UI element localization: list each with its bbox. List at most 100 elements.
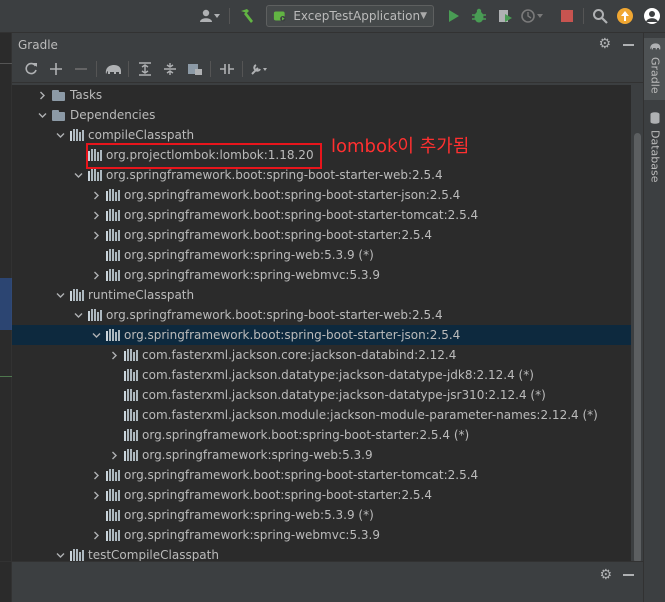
tab-database-label: Database xyxy=(648,130,662,183)
tree-row-label: org.springframework:spring-web:5.3.9 (*) xyxy=(124,248,374,262)
toolbar-separator xyxy=(128,61,129,77)
stop-icon[interactable] xyxy=(558,6,576,26)
chevron-right-icon[interactable] xyxy=(90,225,102,245)
library-icon xyxy=(87,308,103,322)
tree-row[interactable]: org.springframework.boot:spring-boot-sta… xyxy=(12,485,631,505)
folder-icon xyxy=(51,88,67,102)
tree-row-label: org.springframework:spring-web:5.3.9 xyxy=(142,448,373,462)
expand-all-icon[interactable] xyxy=(132,58,157,80)
tree-row[interactable]: testCompileClasspath xyxy=(12,545,631,561)
chevron-right-icon[interactable] xyxy=(90,525,102,545)
tree-row-label: runtimeClasspath xyxy=(88,288,195,302)
chevron-right-icon[interactable] xyxy=(108,345,120,365)
right-tool-strip: Gradle Database xyxy=(643,33,665,602)
run-icon[interactable] xyxy=(443,6,463,26)
tree-row-label: org.springframework:spring-webmvc:5.3.9 xyxy=(124,528,380,542)
chevron-right-icon[interactable] xyxy=(90,205,102,225)
search-icon[interactable] xyxy=(590,6,610,26)
library-icon xyxy=(105,228,121,242)
editor-edge xyxy=(0,33,12,561)
chevron-down-icon[interactable] xyxy=(36,105,48,125)
tree-row[interactable]: org.springframework:spring-webmvc:5.3.9 xyxy=(12,525,631,545)
scrollbar-thumb[interactable] xyxy=(634,133,641,563)
run-configuration-selector[interactable]: ExcepTestApplication ▼ xyxy=(266,5,434,27)
tree-row[interactable]: org.springframework.boot:spring-boot-sta… xyxy=(12,325,631,345)
tree-row-label: org.springframework.boot:spring-boot-sta… xyxy=(124,468,479,482)
chevron-right-icon[interactable] xyxy=(36,85,48,105)
tree-row-label: org.springframework.boot:spring-boot-sta… xyxy=(124,188,461,202)
remove-icon[interactable] xyxy=(68,58,93,80)
tree-row[interactable]: org.springframework.boot:spring-boot-sta… xyxy=(12,425,631,445)
tree-row[interactable]: com.fasterxml.jackson.module:jackson-mod… xyxy=(12,405,631,425)
chevron-down-icon: ▼ xyxy=(420,11,427,21)
tree-row-label: compileClasspath xyxy=(88,128,195,142)
toggle-offline-icon[interactable] xyxy=(214,58,239,80)
tree-row-label: org.springframework.boot:spring-boot-sta… xyxy=(124,228,432,242)
chevron-down-icon[interactable] xyxy=(90,325,102,345)
update-icon[interactable] xyxy=(615,6,635,26)
gear-icon[interactable]: ⚙ xyxy=(598,36,611,52)
chevron-right-icon[interactable] xyxy=(90,185,102,205)
coverage-icon[interactable] xyxy=(494,6,516,26)
chevron-down-icon[interactable] xyxy=(54,285,66,305)
debug-icon[interactable] xyxy=(468,6,490,26)
tree-row-label: com.fasterxml.jackson.core:jackson-datab… xyxy=(142,348,457,362)
tab-gradle-label: Gradle xyxy=(648,57,662,94)
minimize-icon[interactable] xyxy=(623,37,635,51)
tree-row-label: org.springframework:spring-web:5.3.9 (*) xyxy=(124,508,374,522)
folder-icon xyxy=(51,108,67,122)
collapse-all-icon[interactable] xyxy=(157,58,182,80)
tab-gradle[interactable]: Gradle xyxy=(644,38,665,100)
tree-row[interactable]: org.springframework:spring-web:5.3.9 (*) xyxy=(12,245,631,265)
chevron-right-icon[interactable] xyxy=(90,265,102,285)
tree-scrollbar[interactable] xyxy=(631,85,643,563)
tree-row[interactable]: Dependencies xyxy=(12,105,631,125)
library-icon xyxy=(105,508,121,522)
tree-row[interactable]: com.fasterxml.jackson.datatype:jackson-d… xyxy=(12,385,631,405)
chevron-right-icon[interactable] xyxy=(108,445,120,465)
library-icon xyxy=(123,348,139,362)
chevron-down-icon[interactable] xyxy=(72,165,84,185)
tab-database[interactable]: Database xyxy=(644,109,665,183)
tree-row-label: Dependencies xyxy=(70,108,156,122)
minimize-icon[interactable] xyxy=(623,567,635,581)
tree-row[interactable]: org.springframework.boot:spring-boot-sta… xyxy=(12,205,631,225)
library-icon xyxy=(105,188,121,202)
elephant-icon[interactable] xyxy=(100,58,125,80)
settings-wrench-icon[interactable] xyxy=(246,58,271,80)
tree-row[interactable]: org.springframework.boot:spring-boot-sta… xyxy=(12,185,631,205)
tree-row[interactable]: com.fasterxml.jackson.datatype:jackson-d… xyxy=(12,365,631,385)
tree-row[interactable]: Tasks xyxy=(12,85,631,105)
library-icon xyxy=(105,488,121,502)
chevron-right-icon[interactable] xyxy=(90,465,102,485)
tree-row[interactable]: org.springframework.boot:spring-boot-sta… xyxy=(12,465,631,485)
tree-row[interactable]: org.springframework:spring-web:5.3.9 (*) xyxy=(12,505,631,525)
tree-row[interactable]: runtimeClasspath xyxy=(12,285,631,305)
user-icon[interactable] xyxy=(197,6,223,26)
gear-icon[interactable]: ⚙ xyxy=(599,567,612,583)
chevron-down-icon[interactable] xyxy=(72,305,84,325)
tree-row[interactable]: org.springframework:spring-webmvc:5.3.9 xyxy=(12,265,631,285)
chevron-down-icon[interactable] xyxy=(54,545,66,561)
library-icon xyxy=(105,468,121,482)
toolbar-separator xyxy=(583,8,584,24)
refresh-icon[interactable] xyxy=(18,58,43,80)
tree-row[interactable]: compileClasspath xyxy=(12,125,631,145)
tree-row-label: com.fasterxml.jackson.datatype:jackson-d… xyxy=(142,388,546,402)
hammer-icon[interactable] xyxy=(236,6,258,26)
tree-row[interactable]: org.springframework.boot:spring-boot-sta… xyxy=(12,225,631,245)
add-icon[interactable] xyxy=(43,58,68,80)
editor-selection-marker xyxy=(0,278,12,330)
tree-row[interactable]: com.fasterxml.jackson.core:jackson-datab… xyxy=(12,345,631,365)
chevron-right-icon[interactable] xyxy=(90,485,102,505)
profile-icon[interactable] xyxy=(518,6,546,26)
toolbar-separator xyxy=(229,8,230,24)
chevron-down-icon[interactable] xyxy=(54,125,66,145)
spring-app-icon xyxy=(273,11,286,22)
user-avatar-icon[interactable] xyxy=(641,6,663,26)
tree-row-label: org.springframework.boot:spring-boot-sta… xyxy=(124,488,432,502)
tree-row[interactable]: org.springframework:spring-web:5.3.9 xyxy=(12,445,631,465)
tree-row[interactable]: org.springframework.boot:spring-boot-sta… xyxy=(12,305,631,325)
database-icon xyxy=(650,112,660,127)
group-modules-icon[interactable] xyxy=(182,58,207,80)
